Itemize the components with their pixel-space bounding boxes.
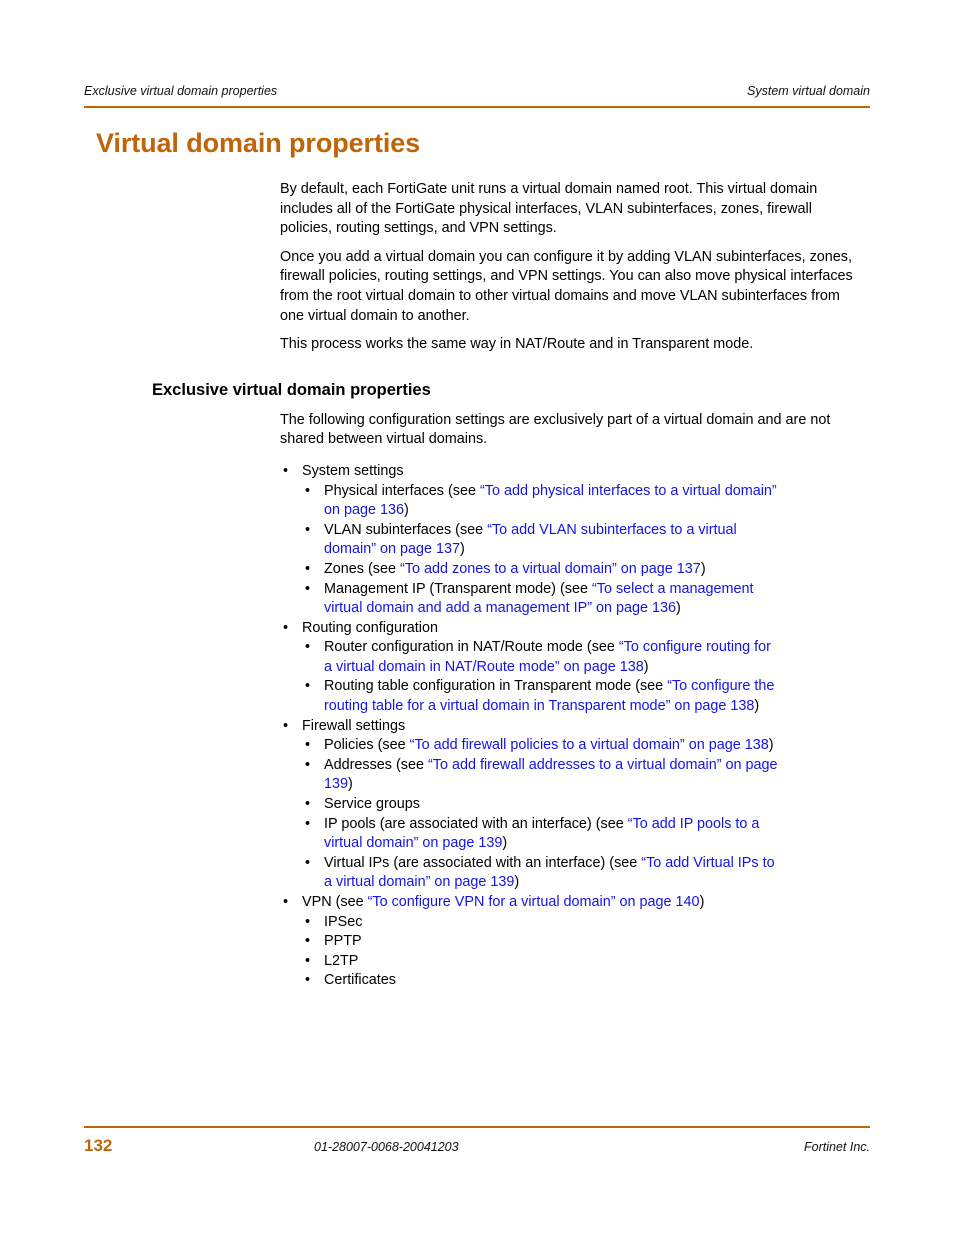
item-1-1-text: Routing table configuration in Transpare… [324, 678, 668, 695]
list-item-level1: • Routing configuration • Router configurat… [0, 619, 954, 717]
section-heading: Exclusive virtual domain properties [152, 380, 431, 399]
item-0-0-text: Physical interfaces (see [324, 482, 480, 499]
bullet-glyph-icon: • [305, 580, 311, 597]
sublist-level2: • Physical interfaces (see “To add physic… [302, 482, 866, 619]
item-0-2-text-tail: ) [700, 560, 706, 577]
bullet-glyph-icon: • [305, 737, 311, 754]
item-2-0-text-tail: ) [768, 737, 774, 754]
group-label-text: VPN (see [302, 894, 368, 910]
list-item-level2: • Policies (see “To add firewall policies… [302, 736, 866, 756]
document-number: 01-28007-0068-20041203 [314, 1140, 459, 1154]
group-label: Routing configuration [302, 619, 439, 636]
list-item-level2: • IPSec [302, 913, 866, 933]
group-label-cross-reference-link[interactable]: “To configure VPN for a virtual domain” … [368, 894, 700, 910]
bullet-glyph-icon: • [305, 854, 311, 871]
item-2-4-text-tail: ) [514, 874, 520, 891]
list-item-level2: • Management IP (Transparent mode) (see “… [302, 580, 866, 619]
item-2-3-text-tail: ) [502, 835, 508, 852]
item-3-1-text: PPTP [324, 933, 362, 950]
item-2-4-text: Virtual IPs (are associated with an inte… [324, 854, 642, 871]
list-item-level2: • Routing table configuration in Transpar… [302, 677, 866, 716]
bullet-glyph-icon: • [305, 815, 311, 832]
item-2-0-text: Policies (see [324, 737, 410, 754]
page-number: 132 [84, 1136, 113, 1155]
group-label-text-tail: ) [699, 894, 705, 910]
bullet-glyph-icon: • [305, 756, 311, 773]
running-footer: 132 01-28007-0068-20041203 Fortinet Inc. [84, 1136, 870, 1156]
item-0-3-text-tail: ) [676, 600, 681, 617]
item-0-1-text: VLAN subinterfaces (see [324, 521, 488, 538]
list-item-level2: • PPTP [302, 932, 866, 952]
item-2-1-text: Addresses (see [324, 756, 428, 773]
running-header-left: Exclusive virtual domain properties [84, 84, 278, 98]
item-0-0-text-tail: ) [404, 502, 409, 519]
bullet-glyph-icon: • [305, 560, 311, 577]
list-item-level2: • L2TP [302, 952, 866, 972]
sublist-level2: • IPSec • PPTP • L2TP • Certificates [302, 913, 866, 991]
group-label: System settings [302, 462, 404, 479]
list-item-level2: • Zones (see “To add zones to a virtual d… [302, 560, 866, 580]
list-item-level2: • Addresses (see “To add firewall address… [302, 756, 866, 795]
item-0-2-cross-reference-link[interactable]: “To add zones to a virtual domain” on pa… [400, 561, 701, 577]
item-0-2-text: Zones (see [324, 560, 400, 577]
bullet-glyph-icon: • [305, 482, 311, 499]
bullet-glyph-icon: • [283, 619, 289, 636]
item-1-1-text-tail: ) [754, 698, 760, 715]
list-item-level1: • Firewall settings • Policies (see “To add… [0, 717, 954, 893]
bullet-glyph-icon: • [305, 972, 311, 989]
list-item-level1: • System settings • Physical interfaces (se… [0, 462, 954, 619]
sublist-level2: • Policies (see “To add firewall policies… [302, 736, 866, 893]
item-0-3-text: Management IP (Transparent mode) (see [324, 580, 592, 597]
section-lead-paragraph: The following configuration settings are… [280, 411, 831, 448]
sublist-level2: • Router configuration in NAT/Route mode … [302, 638, 866, 716]
list-item-level2: • Router configuration in NAT/Route mode … [302, 638, 866, 677]
bullet-glyph-icon: • [283, 717, 289, 734]
bullet-glyph-icon: • [305, 521, 311, 538]
bullet-glyph-icon: • [305, 913, 311, 930]
list-item-level2: • Physical interfaces (see “To add physic… [302, 482, 866, 521]
list-item-level2: • IP pools (are associated with an interf… [302, 815, 866, 854]
page-title: Virtual domain properties [96, 128, 421, 158]
intro-paragraph-2: Once you add a virtual domain you can co… [280, 248, 853, 324]
list-item-level2: • Service groups [302, 795, 866, 815]
exclusive-properties-list: • System settings • Physical interfaces (se… [0, 462, 954, 991]
item-2-1-text-tail: ) [348, 776, 353, 793]
list-item-level2: • Virtual IPs (are associated with an int… [302, 854, 866, 893]
bullet-glyph-icon: • [305, 796, 311, 813]
intro-paragraph-3: This process works the same way in NAT/R… [280, 336, 754, 353]
bullet-glyph-icon: • [305, 639, 311, 656]
item-3-0-text: IPSec [324, 913, 363, 930]
intro-paragraph-1: By default, each FortiGate unit runs a v… [280, 181, 818, 237]
group-label: Firewall settings [302, 717, 406, 734]
item-2-3-text: IP pools (are associated with an interfa… [324, 815, 628, 832]
company-name: Fortinet Inc. [804, 1140, 870, 1154]
list-item-level2: • VLAN subinterfaces (see “To add VLAN su… [302, 521, 866, 560]
bullet-glyph-icon: • [305, 678, 311, 695]
running-header-right: System virtual domain [747, 84, 870, 98]
header-rule [84, 106, 870, 108]
item-3-2-text: L2TP [324, 952, 359, 969]
item-2-0-cross-reference-link[interactable]: “To add firewall policies to a virtual d… [410, 737, 769, 753]
footer-rule [84, 1126, 870, 1128]
bullet-glyph-icon: • [283, 462, 289, 479]
bullet-glyph-icon: • [305, 952, 311, 969]
list-item-level2: • Certificates [302, 971, 866, 991]
item-0-1-text-tail: ) [460, 541, 465, 558]
list-item-level1: • VPN (see “To configure VPN for a virtua… [0, 893, 954, 991]
item-2-2-text: Service groups [324, 796, 420, 813]
page-content: Virtual domain properties By default, ea… [0, 126, 954, 991]
item-3-3-text: Certificates [324, 972, 396, 989]
item-1-0-text: Router configuration in NAT/Route mode (… [324, 639, 619, 656]
item-1-0-text-tail: ) [643, 658, 649, 675]
bullet-glyph-icon: • [283, 894, 289, 910]
bullet-glyph-icon: • [305, 933, 311, 950]
running-header: Exclusive virtual domain properties Syst… [84, 84, 870, 98]
